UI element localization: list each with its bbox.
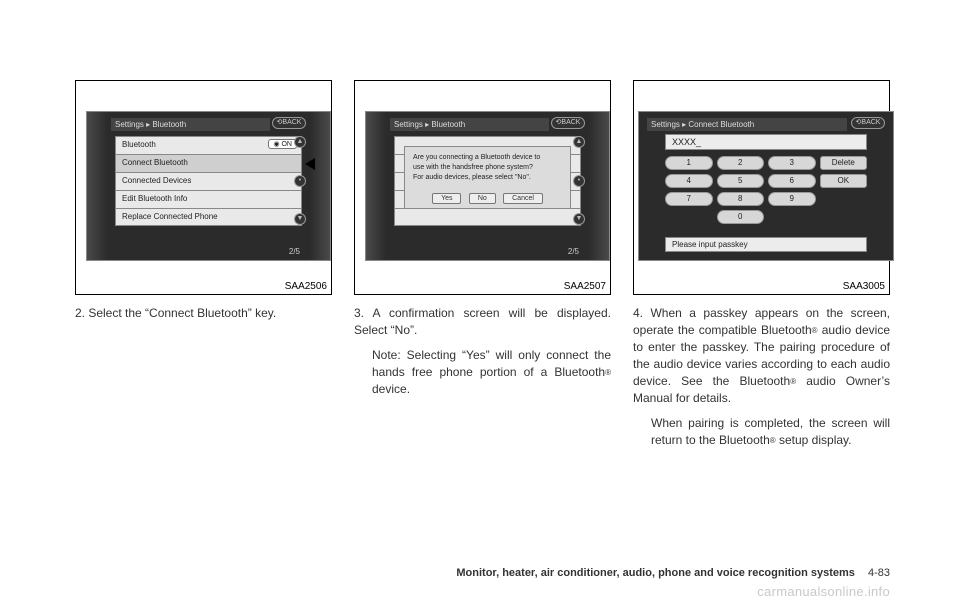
figure-2: Settings ▸ Bluetooth ⟲BACK Are you conne…: [354, 80, 611, 295]
column-3: Settings ▸ Connect Bluetooth ⟲BACK XXXX_…: [633, 80, 890, 457]
passkey-input[interactable]: XXXX_: [665, 134, 867, 150]
menu-item-label: Connect Bluetooth: [122, 158, 188, 167]
menu-item-bluetooth[interactable]: Bluetooth ◉ ON: [115, 136, 302, 154]
step-2-text: 2. Select the “Connect Bluetooth” key.: [75, 305, 332, 322]
footer-section-title: Monitor, heater, air conditioner, audio,…: [456, 567, 855, 579]
menu-item-label: Edit Bluetooth Info: [122, 194, 187, 203]
step3b: Note: Selecting “Yes” will only connect …: [372, 348, 611, 379]
step-4-para2: When pairing is completed, the screen wi…: [633, 415, 890, 449]
scroll-arrows: ▲ • ▼: [294, 136, 308, 225]
figure-caption: SAA3005: [843, 281, 885, 292]
breadcrumb: Settings ▸ Connect Bluetooth: [647, 118, 847, 131]
cancel-button[interactable]: Cancel: [503, 193, 543, 204]
key-2[interactable]: 2: [717, 156, 765, 170]
menu-item-label: Replace Connected Phone: [122, 212, 218, 221]
menu-item-connect-bluetooth[interactable]: Connect Bluetooth: [115, 154, 302, 172]
yes-button[interactable]: Yes: [432, 193, 461, 204]
step-3-note: Note: Selecting “Yes” will only connect …: [354, 347, 611, 398]
on-toggle[interactable]: ◉ ON: [268, 139, 297, 149]
page-footer: Monitor, heater, air conditioner, audio,…: [456, 567, 890, 579]
ghost-row: [394, 208, 581, 226]
key-1[interactable]: 1: [665, 156, 713, 170]
key-3[interactable]: 3: [768, 156, 816, 170]
dialog-line1: Are you connecting a Bluetooth device to: [413, 154, 540, 161]
step4e: setup display.: [776, 433, 852, 447]
key-ok[interactable]: OK: [820, 174, 868, 188]
no-button[interactable]: No: [469, 193, 496, 204]
step-4-para1: 4. When a passkey appears on the screen,…: [633, 305, 890, 407]
step-4-text: 4. When a passkey appears on the screen,…: [633, 305, 890, 449]
page-indicator: 2/5: [568, 247, 579, 256]
dialog-text: Are you connecting a Bluetooth device to…: [413, 153, 562, 183]
scroll-down-icon[interactable]: ▼: [573, 213, 585, 225]
key-0[interactable]: 0: [717, 210, 765, 224]
figure-3: Settings ▸ Connect Bluetooth ⟲BACK XXXX_…: [633, 80, 890, 295]
figure-caption: SAA2506: [285, 281, 327, 292]
scroll-dot-icon[interactable]: •: [573, 175, 585, 187]
key-7[interactable]: 7: [665, 192, 713, 206]
key-9[interactable]: 9: [768, 192, 816, 206]
menu-item-replace-connected-phone[interactable]: Replace Connected Phone: [115, 208, 302, 226]
fig1-menu: Bluetooth ◉ ON Connect Bluetooth Connect…: [115, 136, 302, 226]
bezel-right: [589, 112, 609, 260]
scroll-up-icon[interactable]: ▲: [294, 136, 306, 148]
breadcrumb: Settings ▸ Bluetooth: [111, 118, 270, 131]
page-indicator: 2/5: [289, 247, 300, 256]
back-button[interactable]: ⟲BACK: [851, 117, 885, 129]
back-button[interactable]: ⟲BACK: [551, 117, 585, 129]
fig1-screen: Settings ▸ Bluetooth ⟲BACK Bluetooth ◉ O…: [86, 111, 331, 261]
menu-item-label: Bluetooth: [122, 140, 156, 149]
registered-icon: ®: [605, 368, 611, 377]
back-button[interactable]: ⟲BACK: [272, 117, 306, 129]
step-3-line1: 3. A confirmation screen will be display…: [354, 305, 611, 339]
key-6[interactable]: 6: [768, 174, 816, 188]
key-8[interactable]: 8: [717, 192, 765, 206]
menu-item-label: Connected Devices: [122, 176, 191, 185]
scroll-down-icon[interactable]: ▼: [294, 213, 306, 225]
fig3-screen: Settings ▸ Connect Bluetooth ⟲BACK XXXX_…: [638, 111, 894, 261]
bezel-right: [310, 112, 330, 260]
footer-page-number: 4-83: [868, 567, 890, 579]
figure-caption: SAA2507: [564, 281, 606, 292]
step-2-line: 2. Select the “Connect Bluetooth” key.: [75, 305, 332, 322]
column-2: Settings ▸ Bluetooth ⟲BACK Are you conne…: [354, 80, 611, 457]
fig2-screen: Settings ▸ Bluetooth ⟲BACK Are you conne…: [365, 111, 610, 261]
dialog-buttons: Yes No Cancel: [413, 189, 562, 204]
keypad-hint: Please input passkey: [665, 237, 867, 252]
bezel-left: [366, 112, 386, 260]
watermark: carmanualsonline.info: [757, 584, 890, 599]
scroll-up-icon[interactable]: ▲: [573, 136, 585, 148]
bezel-left: [87, 112, 107, 260]
keypad: 1 2 3 Delete 4 5 6 OK 7 8 9 0: [665, 156, 867, 224]
key-5[interactable]: 5: [717, 174, 765, 188]
scroll-arrows: ▲ • ▼: [573, 136, 587, 225]
key-delete[interactable]: Delete: [820, 156, 868, 170]
confirmation-dialog: Are you connecting a Bluetooth device to…: [404, 146, 571, 209]
menu-item-connected-devices[interactable]: Connected Devices: [115, 172, 302, 190]
dialog-line2: use with the handsfree phone system?: [413, 164, 533, 171]
page-columns: Settings ▸ Bluetooth ⟲BACK Bluetooth ◉ O…: [75, 80, 890, 457]
dialog-line3: For audio devices, please select "No".: [413, 174, 531, 181]
menu-item-edit-bluetooth-info[interactable]: Edit Bluetooth Info: [115, 190, 302, 208]
column-1: Settings ▸ Bluetooth ⟲BACK Bluetooth ◉ O…: [75, 80, 332, 457]
figure-1: Settings ▸ Bluetooth ⟲BACK Bluetooth ◉ O…: [75, 80, 332, 295]
key-4[interactable]: 4: [665, 174, 713, 188]
scroll-dot-icon[interactable]: •: [294, 175, 306, 187]
step3c: device.: [372, 382, 410, 396]
breadcrumb: Settings ▸ Bluetooth: [390, 118, 549, 131]
step-3-text: 3. A confirmation screen will be display…: [354, 305, 611, 398]
